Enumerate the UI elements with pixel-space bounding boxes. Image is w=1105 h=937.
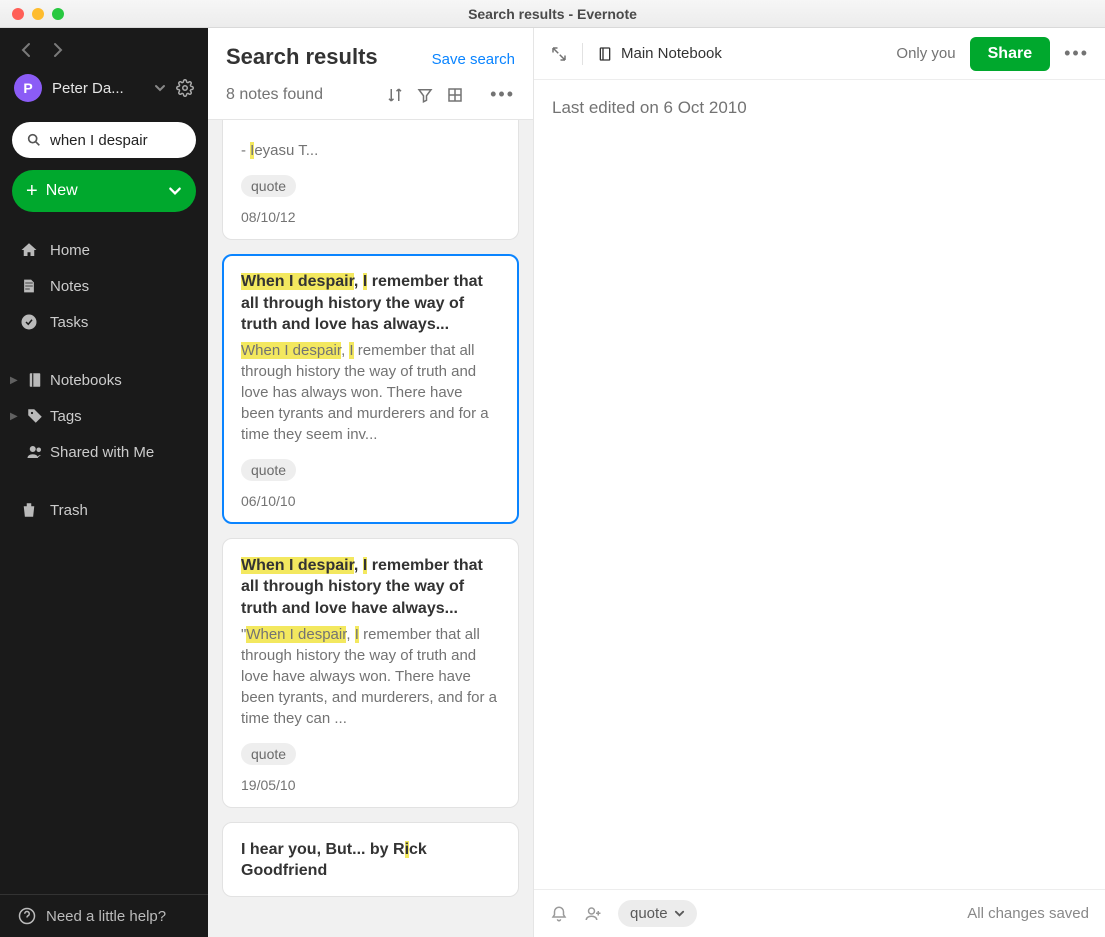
note-icon xyxy=(20,277,38,295)
tag-chip[interactable]: quote xyxy=(241,743,296,765)
note-content[interactable] xyxy=(534,136,1105,889)
trash-icon xyxy=(20,501,38,519)
help-footer[interactable]: Need a little help? xyxy=(0,894,208,937)
sidebar-item-label: Home xyxy=(50,242,90,259)
user-name: Peter Da... xyxy=(52,80,144,97)
new-button-label: New xyxy=(46,182,78,200)
note-title: I hear you, But... by Rick Goodfriend xyxy=(241,839,500,882)
footer-tag-label: quote xyxy=(630,905,668,922)
note-snippet: When I despair, I remember that all thro… xyxy=(241,340,500,445)
sidebar-item-tasks[interactable]: Tasks xyxy=(0,304,208,340)
help-icon xyxy=(18,907,36,925)
view-icon[interactable] xyxy=(446,86,464,104)
save-search-link[interactable]: Save search xyxy=(432,51,515,68)
new-button[interactable]: + New xyxy=(12,170,196,212)
sidebar-item-label: Tags xyxy=(50,408,82,425)
results-list[interactable]: - Ieyasu T... quote 08/10/12 When I desp… xyxy=(208,120,533,937)
close-window[interactable] xyxy=(12,8,24,20)
note-card[interactable]: When I despair, I remember that all thro… xyxy=(222,538,519,808)
chevron-down-icon xyxy=(154,82,166,94)
avatar: P xyxy=(14,74,42,102)
more-icon[interactable]: ••• xyxy=(1064,43,1089,64)
reminder-icon[interactable] xyxy=(550,905,568,923)
help-label: Need a little help? xyxy=(46,908,166,925)
notebook-name: Main Notebook xyxy=(621,45,722,62)
results-panel: Search results Save search 8 notes found… xyxy=(208,28,534,937)
sidebar-item-tags[interactable]: ▶ Tags xyxy=(0,398,208,434)
note-date: 19/05/10 xyxy=(241,777,500,793)
chevron-down-icon xyxy=(674,908,685,919)
window-controls xyxy=(0,8,64,20)
nav-forward-icon[interactable] xyxy=(52,42,64,58)
note-card-selected[interactable]: When I despair, I remember that all thro… xyxy=(222,254,519,524)
sidebar-item-label: Notes xyxy=(50,278,89,295)
sidebar-item-notes[interactable]: Notes xyxy=(0,268,208,304)
minimize-window[interactable] xyxy=(32,8,44,20)
results-title: Search results xyxy=(226,44,378,70)
titlebar: Search results - Evernote xyxy=(0,0,1105,28)
note-card[interactable]: I hear you, But... by Rick Goodfriend xyxy=(222,822,519,897)
add-person-icon[interactable] xyxy=(584,905,602,923)
note-date: 08/10/12 xyxy=(241,209,500,225)
sidebar-item-trash[interactable]: Trash xyxy=(0,492,208,528)
sort-icon[interactable] xyxy=(386,86,404,104)
note-snippet: "When I despair, I remember that all thr… xyxy=(241,624,500,729)
window-title: Search results - Evernote xyxy=(0,6,1105,22)
expand-icon[interactable] xyxy=(550,45,568,63)
tag-chip[interactable]: quote xyxy=(241,175,296,197)
share-button[interactable]: Share xyxy=(970,37,1050,71)
plus-icon: + xyxy=(26,180,38,203)
people-icon xyxy=(26,443,44,461)
note-date: 06/10/10 xyxy=(241,493,500,509)
footer-tag[interactable]: quote xyxy=(618,900,697,927)
sidebar: P Peter Da... ✕ + New xyxy=(0,28,208,937)
note-card[interactable]: - Ieyasu T... quote 08/10/12 xyxy=(222,120,519,240)
check-circle-icon xyxy=(20,313,38,331)
note-panel: Main Notebook Only you Share ••• Last ed… xyxy=(534,28,1105,937)
settings-icon[interactable] xyxy=(176,79,194,97)
home-icon xyxy=(20,241,38,259)
note-title: When I despair, I remember that all thro… xyxy=(241,271,500,336)
notebook-icon xyxy=(597,46,613,62)
sidebar-item-label: Shared with Me xyxy=(50,444,154,461)
nav-back-icon[interactable] xyxy=(20,42,32,58)
fullscreen-window[interactable] xyxy=(52,8,64,20)
sidebar-item-label: Trash xyxy=(50,502,88,519)
privacy-label[interactable]: Only you xyxy=(896,45,955,62)
note-title: When I despair, I remember that all thro… xyxy=(241,555,500,620)
notebook-selector[interactable]: Main Notebook xyxy=(597,45,722,62)
search-input-container[interactable]: ✕ xyxy=(12,122,196,158)
sidebar-item-label: Tasks xyxy=(50,314,88,331)
sidebar-item-home[interactable]: Home xyxy=(0,232,208,268)
note-toolbar: Main Notebook Only you Share ••• xyxy=(534,28,1105,80)
results-count: 8 notes found xyxy=(226,86,374,104)
chevron-down-icon xyxy=(168,184,182,198)
note-snippet: - Ieyasu T... xyxy=(241,140,500,161)
last-edited-label: Last edited on 6 Oct 2010 xyxy=(534,80,1105,136)
chevron-right-icon: ▶ xyxy=(10,375,20,386)
more-icon[interactable]: ••• xyxy=(490,84,515,105)
search-icon xyxy=(26,132,42,148)
sidebar-item-shared[interactable]: ▶ Shared with Me xyxy=(0,434,208,470)
notebook-icon xyxy=(26,371,44,389)
tag-icon xyxy=(26,407,44,425)
tag-chip[interactable]: quote xyxy=(241,459,296,481)
note-footer: quote All changes saved xyxy=(534,889,1105,937)
sidebar-item-label: Notebooks xyxy=(50,372,122,389)
user-menu[interactable]: P Peter Da... xyxy=(0,64,208,116)
filter-icon[interactable] xyxy=(416,86,434,104)
save-status: All changes saved xyxy=(967,905,1089,922)
sidebar-item-notebooks[interactable]: ▶ Notebooks xyxy=(0,362,208,398)
chevron-right-icon: ▶ xyxy=(10,411,20,422)
